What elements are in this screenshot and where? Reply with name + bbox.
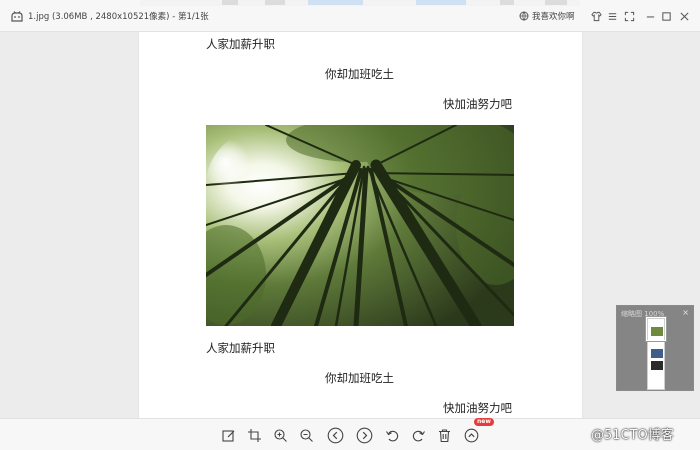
previous-icon[interactable] [325,425,345,445]
doc-line-1: 人家加薪升职 [206,37,275,51]
edit-icon[interactable] [218,425,238,445]
fullscreen-icon[interactable] [622,9,636,23]
navigator-close-icon[interactable]: × [682,308,689,317]
window-title: 1.jpg (3.06MB , 2480x10521像素) - 第1/1张 [28,12,209,22]
image-viewport[interactable]: 人家加薪升职 你却加班吃土 快加油努力吧 人家加薪升职 你却加班吃土 快加油努力… [0,32,700,418]
watermark-text: @51CTO博客 [591,428,674,443]
new-badge: new [474,418,494,426]
minimize-icon[interactable] [643,9,657,23]
doc-line-2: 你却加班吃土 [325,67,394,81]
partial-ribbon [140,0,580,6]
close-icon[interactable] [677,9,691,23]
more-icon[interactable] [461,425,481,445]
zoom-out-icon[interactable] [296,425,316,445]
doc-line-4: 人家加薪升职 [206,341,275,355]
rotate-left-icon[interactable] [382,425,402,445]
favorite-button[interactable]: 我喜欢你啊 [519,9,575,23]
zoom-in-icon[interactable] [270,425,290,445]
shirt-icon[interactable] [589,9,603,23]
doc-line-3: 快加油努力吧 [443,97,512,111]
navigator-thumb-3 [651,361,663,370]
maximize-icon[interactable] [659,9,673,23]
navigator-viewport-frame[interactable] [645,316,667,342]
app-logo-icon [10,9,24,23]
navigator-thumb-2 [651,349,663,358]
navigator-panel[interactable]: 缩略图 100% × [616,305,694,391]
rotate-right-icon[interactable] [408,425,428,445]
crop-icon[interactable] [244,425,264,445]
menu-icon[interactable] [605,9,619,23]
bamboo-forest-photo [206,125,514,326]
document-page: 人家加薪升职 你却加班吃土 快加油努力吧 人家加薪升职 你却加班吃土 快加油努力… [139,32,582,418]
doc-line-5: 你却加班吃土 [325,371,394,385]
next-icon[interactable] [354,425,374,445]
doc-line-6: 快加油努力吧 [443,401,512,415]
delete-icon[interactable] [434,425,454,445]
favorite-label: 我喜欢你啊 [532,12,575,22]
title-bar: 1.jpg (3.06MB , 2480x10521像素) - 第1/1张 我喜… [0,0,700,32]
globe-icon [519,11,529,21]
